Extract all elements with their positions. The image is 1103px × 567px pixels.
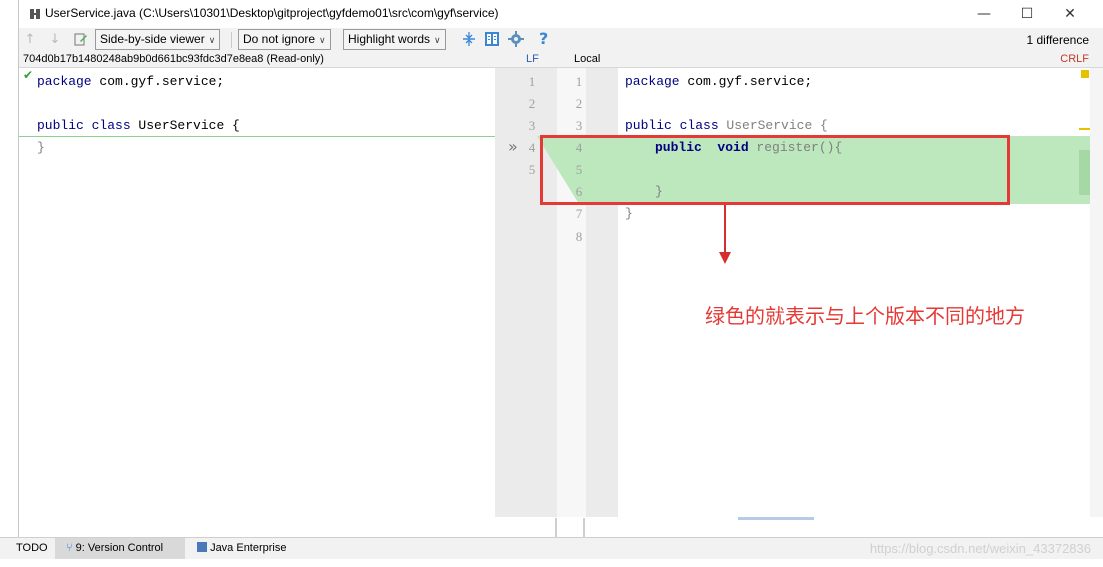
title-bar: UserService.java (C:\Users\10301\Desktop… [19,0,1103,28]
left-code-line-3: public class UserService { [37,118,240,133]
horizontal-scroll-thumb[interactable] [738,517,814,520]
diff-window: UserService.java (C:\Users\10301\Desktop… [18,0,1103,537]
highlight-mode-label: Highlight words [348,32,431,46]
minimize-button[interactable]: — [964,2,1004,26]
keyword: package [625,74,680,89]
git-branch-icon: ⑂ [66,542,73,554]
help-icon[interactable]: ? [539,29,548,48]
keyword: public class [37,118,131,133]
change-marker [1079,128,1090,130]
left-line-number: 4 [528,140,536,155]
editor-header: 704d0b17b1480248ab9b0d661bc93fdc3d7e8ea8… [19,51,1103,68]
version-control-label: 9: Version Control [75,542,164,554]
code-text: com.gyf.service; [91,74,225,89]
keyword: public class [625,118,719,133]
next-difference-icon[interactable]: ↓ [48,32,62,48]
toolbar-separator [231,32,232,48]
whitespace-dropdown[interactable]: Do not ignore ∨ [238,29,331,50]
checkmark-icon: ✔ [23,68,34,82]
viewer-mode-dropdown[interactable]: Side-by-side viewer ∨ [95,29,221,50]
difference-count: 1 difference [1026,33,1090,47]
right-code-line-1: package com.gyf.service; [625,74,812,89]
todo-tab[interactable]: TODO [16,542,48,554]
settings-gear-icon[interactable] [508,31,524,47]
right-scrollbar[interactable] [1090,68,1103,517]
right-line-separator[interactable]: CRLF [1060,53,1089,65]
highlight-dropdown[interactable]: Highlight words ∨ [343,29,446,50]
scroll-divider [555,518,557,537]
left-line-separator[interactable]: LF [526,53,539,65]
left-line-number: 2 [528,96,536,111]
whitespace-mode-label: Do not ignore [243,32,316,46]
left-line-number: 1 [528,74,536,89]
left-line-number: 3 [528,118,536,133]
keyword: package [37,74,92,89]
window-title: UserService.java (C:\Users\10301\Desktop… [45,6,499,20]
code-text: UserService { [718,118,828,133]
right-side-label: Local [574,53,601,65]
change-marker [1081,70,1089,78]
code-text: UserService { [130,118,240,133]
sync-scroll-icon[interactable] [484,31,500,47]
scroll-divider [583,518,585,537]
annotation-text: 绿色的就表示与上个版本不同的地方 [705,304,1025,328]
annotation-arrow [724,205,726,257]
watermark: https://blog.csdn.net/weixin_43372836 [869,541,1091,556]
chevron-down-icon: ∨ [434,35,441,45]
version-control-tab[interactable]: ⑂ 9: Version Control [66,542,163,554]
collapse-unchanged-icon[interactable] [461,31,477,47]
maximize-button[interactable]: ☐ [1007,2,1047,26]
left-insertion-line [19,136,495,137]
apply-change-icon[interactable]: » [508,137,518,156]
change-marker [1079,150,1090,195]
java-enterprise-tab[interactable]: Java Enterprise [197,542,287,554]
edit-source-icon[interactable] [74,32,88,46]
java-enterprise-label: Java Enterprise [210,542,287,554]
status-bar: TODO ⑂ 9: Version Control Java Enterpris… [0,537,1103,559]
left-line-number: 5 [528,162,536,177]
highlight-rectangle [540,135,1010,205]
left-code-line-1: package com.gyf.service; [37,74,224,89]
right-code-line-3: public class UserService { [625,118,828,133]
chevron-down-icon: ∨ [208,35,216,45]
right-line-number: 8 [575,229,583,244]
diff-app-icon [30,9,40,19]
previous-difference-icon[interactable]: ↑ [23,32,37,48]
viewer-mode-label: Side-by-side viewer [100,32,205,46]
right-line-number: 3 [575,118,583,133]
chevron-down-icon: ∨ [319,35,326,45]
diff-toolbar: ↑ ↓ Side-by-side viewer ∨ Do not ignore ∨ … [19,28,1103,51]
right-line-number: 2 [575,96,583,111]
left-revision-label: 704d0b17b1480248ab9b0d661bc93fdc3d7e8ea8… [23,53,324,65]
left-code-line-4: } [37,140,45,155]
right-line-number: 7 [575,206,583,221]
right-code-line-7: } [625,206,633,221]
close-button[interactable]: ✕ [1050,2,1090,26]
code-text: com.gyf.service; [679,74,813,89]
java-enterprise-icon [197,542,207,552]
annotation-arrow-head [719,252,731,264]
right-line-number: 1 [575,74,583,89]
